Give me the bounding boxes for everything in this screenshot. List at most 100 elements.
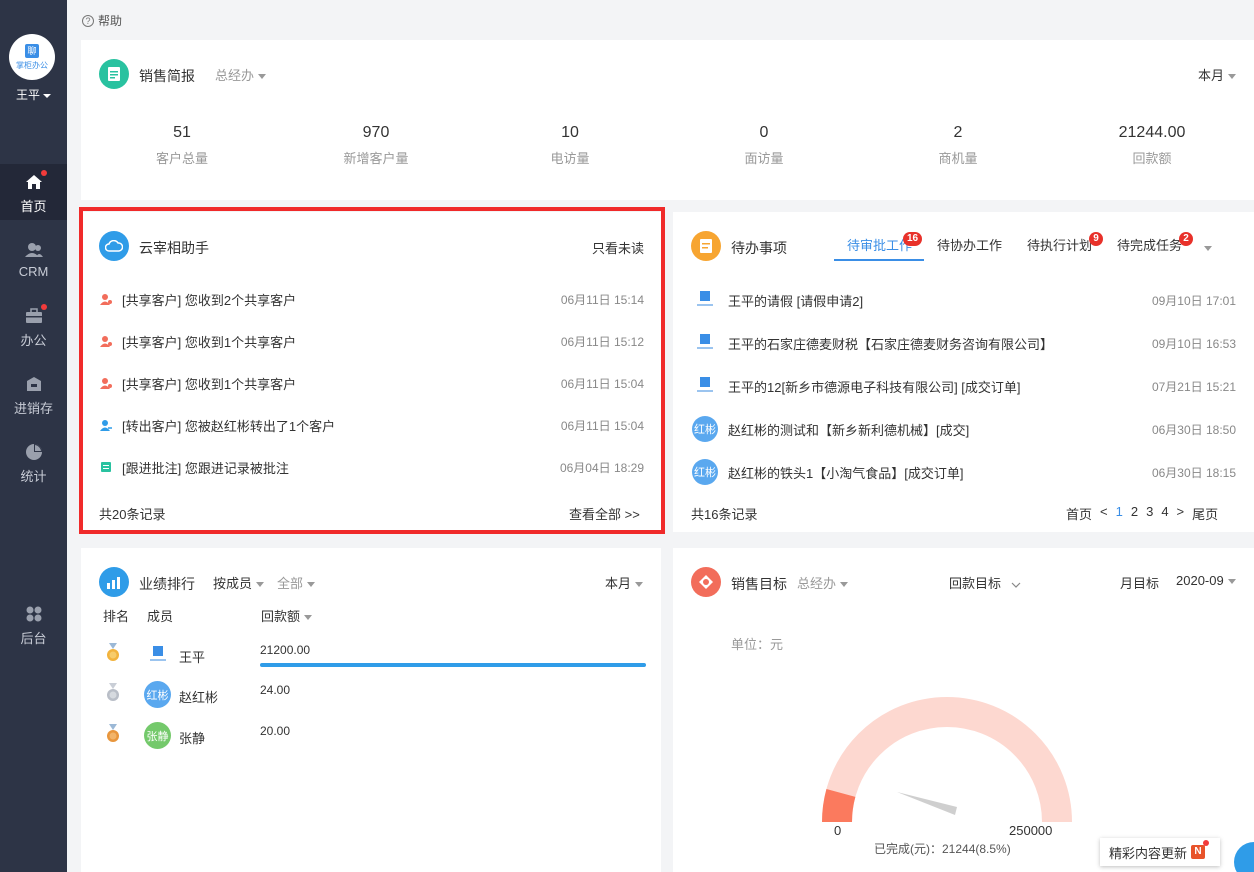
pager-page[interactable]: 4	[1161, 504, 1168, 523]
list-item[interactable]: 王平的12[新乡市德源电子科技有限公司] [成交订单] 07月21日 15:21	[692, 372, 1236, 400]
list-item[interactable]: 红彬 赵红彬的铁头1【小淘气食品】[成交订单] 06月30日 18:15	[692, 458, 1236, 486]
sidebar-item-office[interactable]: 办公	[0, 304, 67, 349]
scope-label: 全部	[277, 576, 304, 591]
sidebar-item-admin[interactable]: 后台	[0, 604, 67, 647]
message-time: 06月11日 15:04	[560, 418, 644, 433]
todo-text: 王平的石家庄德麦财税【石家庄德麦财务咨询有限公司】	[728, 336, 1054, 352]
scope-label: 总经办	[797, 576, 837, 591]
avatar: 红彬	[692, 416, 718, 442]
ranking-scope-dropdown[interactable]: 全部	[277, 573, 316, 592]
stat-label: 新增客户量	[343, 151, 409, 166]
pager-page[interactable]: 2	[1131, 504, 1138, 523]
value-bar	[260, 663, 646, 667]
avatar: 红彬	[692, 459, 718, 485]
logo-mark-icon: 聊	[25, 43, 39, 58]
notification-dot	[40, 304, 47, 310]
help-icon: ?	[82, 14, 94, 27]
period-type-select[interactable]: 月目标	[1120, 573, 1159, 592]
ranking-period-dropdown[interactable]: 本月	[605, 573, 644, 592]
user-name: 王平	[15, 88, 40, 102]
list-item[interactable]: [跟进批注] 您跟进记录被批注 06月04日 18:29	[100, 457, 644, 477]
tab-co-work[interactable]: 待协办工作	[937, 235, 1002, 254]
ranking-title: 业绩排行	[139, 576, 195, 592]
todo-text: 赵红彬的铁头1【小淘气食品】[成交订单]	[728, 465, 964, 481]
table-row: 王平 21200.00	[104, 641, 646, 671]
stat-face-visits: 0 面访量	[684, 124, 844, 167]
assistant-title: 云宰相助手	[139, 240, 209, 256]
admin-grid-icon	[24, 604, 44, 624]
share-customer-icon	[100, 294, 112, 305]
message-time: 06月11日 15:14	[560, 292, 644, 307]
annotation-icon	[101, 462, 111, 472]
message-text: [跟进批注] 您跟进记录被批注	[122, 460, 289, 476]
sales-brief-scope-dropdown[interactable]: 总经办	[215, 65, 267, 84]
target-type-dropdown[interactable]: 回款目标	[949, 573, 1021, 592]
transfer-customer-icon	[100, 420, 112, 431]
sales-brief-period-dropdown[interactable]: 本月	[1198, 65, 1237, 84]
share-customer-icon	[100, 378, 112, 389]
month-dropdown[interactable]: 2020-09	[1176, 573, 1236, 588]
todo-time: 09月10日 16:53	[1151, 336, 1236, 351]
month-label: 2020-09	[1176, 573, 1224, 588]
sidebar-item-label: 首页	[20, 199, 47, 214]
list-item[interactable]: [共享客户] 您收到2个共享客户 06月11日 15:14	[100, 289, 644, 309]
chevron-down-icon	[43, 93, 51, 98]
member-name: 王平	[179, 650, 206, 665]
sidebar-item-home[interactable]: 首页	[0, 170, 67, 215]
tab-more-dropdown[interactable]	[1200, 240, 1212, 255]
list-item[interactable]: [转出客户] 您被赵红彬转出了1个客户 06月11日 15:04	[100, 415, 644, 435]
stat-value: 970	[362, 124, 390, 141]
bronze-medal-icon	[107, 724, 119, 742]
avatar: 红彬	[144, 681, 171, 708]
chevron-down-icon	[1011, 582, 1021, 588]
user-menu[interactable]: 王平	[0, 86, 67, 103]
message-time: 06月04日 18:29	[559, 460, 644, 475]
sidebar-item-crm[interactable]: CRM	[0, 240, 67, 279]
list-item[interactable]: 王平的石家庄德麦财税【石家庄德麦财务咨询有限公司】 09月10日 16:53	[692, 329, 1236, 357]
sales-target-title: 销售目标	[731, 576, 787, 592]
stat-label: 电访量	[550, 151, 590, 166]
member-value: 21200.00	[260, 643, 311, 657]
message-time: 06月11日 15:04	[560, 376, 644, 391]
view-all-link[interactable]: 查看全部 >>	[569, 504, 640, 523]
content-update-tip[interactable]: 精彩内容更新 N	[1100, 838, 1220, 866]
sidebar: 聊 掌柜办公 王平 首页 CRM 办公 进销存 统计 后台	[0, 0, 67, 872]
todo-time: 09月10日 17:01	[1151, 293, 1236, 308]
sidebar-item-label: 进销存	[13, 401, 53, 416]
list-item[interactable]: 红彬 赵红彬的测试和【新乡新利德机械】[成交] 06月30日 18:50	[692, 415, 1236, 443]
stat-label: 面访量	[744, 151, 784, 166]
tab-pending-tasks[interactable]: 待完成任务	[1117, 235, 1182, 254]
message-text: [共享客户] 您收到1个共享客户	[122, 376, 297, 392]
col-header-value[interactable]: 回款额	[261, 606, 313, 625]
tab-pending-plans[interactable]: 待执行计划	[1027, 235, 1092, 254]
gauge-min-label: 0	[834, 823, 842, 838]
pager-page[interactable]: 3	[1146, 504, 1153, 523]
pager-first[interactable]: 首页	[1066, 504, 1092, 523]
target-scope-dropdown[interactable]: 总经办	[797, 573, 849, 592]
pager-page[interactable]: 1	[1116, 504, 1123, 523]
pager-prev[interactable]: <	[1100, 504, 1108, 523]
tab-badge: 9	[1089, 232, 1103, 246]
pager-last[interactable]: 尾页	[1192, 504, 1218, 523]
list-item[interactable]: [共享客户] 您收到1个共享客户 06月11日 15:12	[100, 331, 644, 351]
sidebar-item-statistics[interactable]: 统计	[0, 442, 67, 485]
todo-time: 07月21日 15:21	[1151, 379, 1236, 394]
company-logo[interactable]: 聊 掌柜办公	[9, 34, 55, 80]
help-link[interactable]: ? 帮助	[82, 12, 122, 29]
list-item[interactable]: [共享客户] 您收到1个共享客户 06月11日 15:04	[100, 373, 644, 393]
pager-next[interactable]: >	[1177, 504, 1185, 523]
stat-opportunities: 2 商机量	[878, 124, 1038, 167]
table-row: 张静 张静 20.00	[104, 722, 644, 752]
gauge-progress	[822, 789, 856, 823]
report-icon	[99, 59, 129, 89]
todo-text: 王平的请假 [请假申请2]	[728, 293, 864, 309]
ranking-by-dropdown[interactable]: 按成员	[213, 573, 265, 592]
unread-only-toggle[interactable]: 只看未读	[592, 238, 644, 257]
sidebar-item-inventory[interactable]: 进销存	[0, 374, 67, 417]
new-badge: N	[1191, 840, 1210, 859]
chevron-down-icon	[840, 582, 849, 588]
sidebar-item-label: CRM	[18, 264, 49, 279]
briefcase-icon	[24, 304, 47, 326]
notification-dot	[40, 170, 47, 176]
list-item[interactable]: 王平的请假 [请假申请2] 09月10日 17:01	[692, 286, 1236, 314]
